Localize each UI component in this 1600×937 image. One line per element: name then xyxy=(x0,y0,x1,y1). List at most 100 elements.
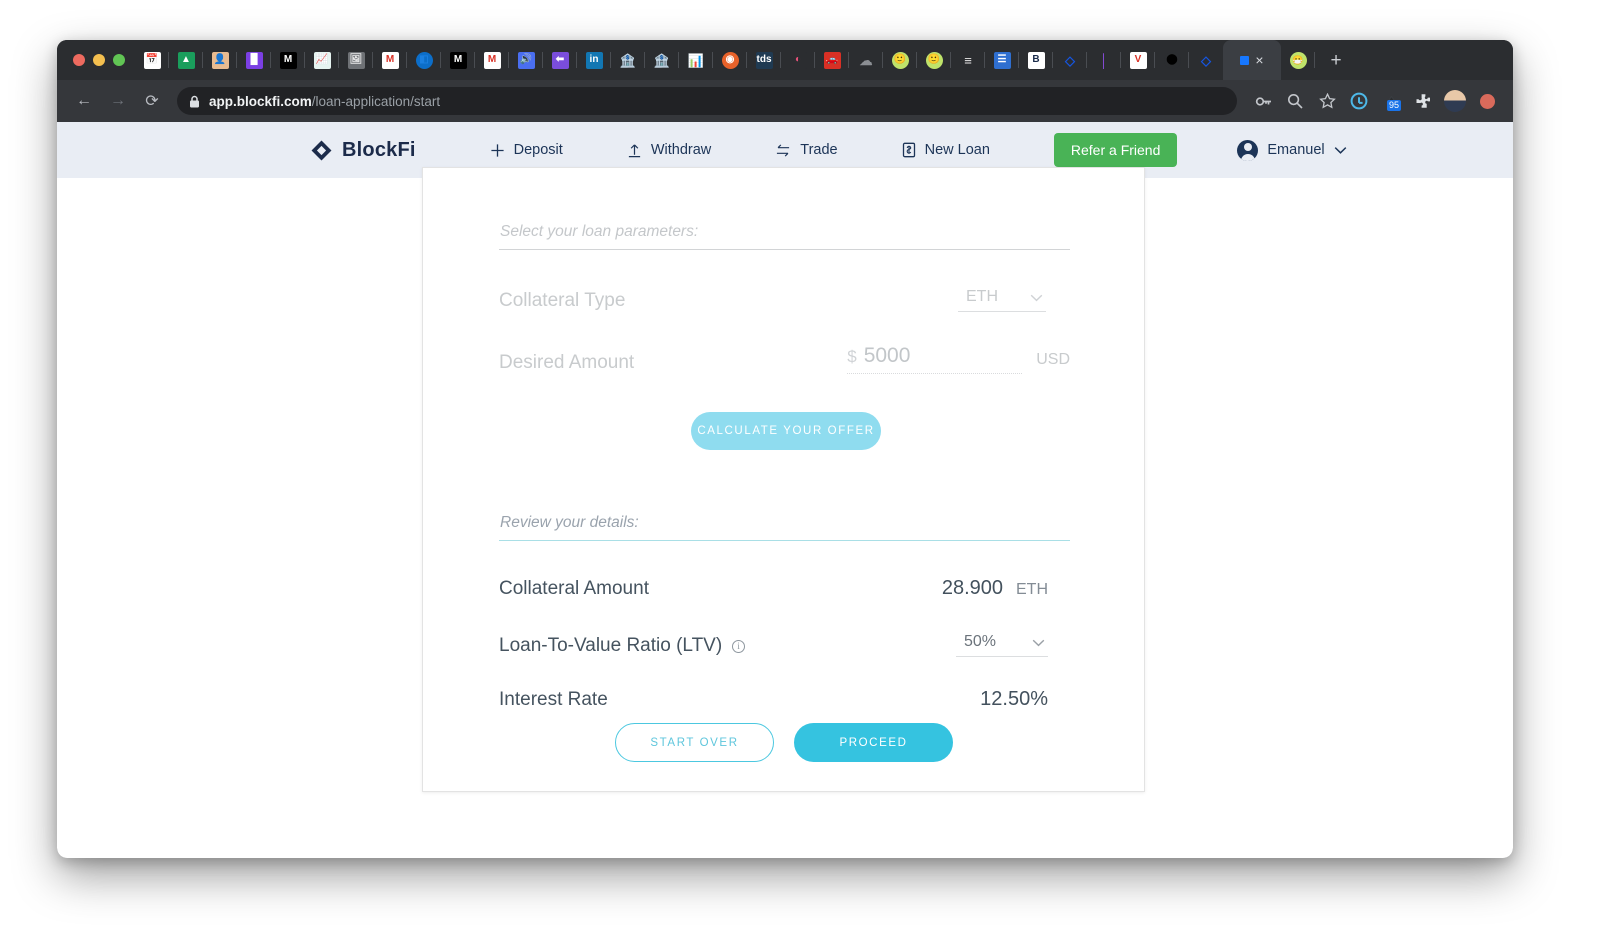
browser-tab-strip: 📅 ▲ 👤 █ M 📈 🖼 M ◧ M M 🔊 ⬅ in 🏦 🏦 📊 ◉ tds ◐ 🚗 ☁ 🙂 🙂 ≡ ☰ B ◇ │ V ⬤ ◇ × 😷 … xyxy=(57,40,1513,80)
pinned-tab-13[interactable]: ⬅ xyxy=(543,43,577,77)
loan-application-card: Select your loan parameters: Collateral … xyxy=(422,167,1145,792)
pinned-tab-31[interactable]: ⬤ xyxy=(1155,43,1189,77)
back-icon[interactable]: ← xyxy=(69,86,99,116)
pinned-tab-29[interactable]: │ xyxy=(1087,43,1121,77)
minimize-window-button[interactable] xyxy=(93,54,105,66)
proceed-button[interactable]: PROCEED xyxy=(794,723,953,762)
ltv-select[interactable]: 50% xyxy=(956,633,1048,657)
pinned-tab-10[interactable]: M xyxy=(441,43,475,77)
pinned-tab-26[interactable]: ☰ xyxy=(985,43,1019,77)
green-face-icon: 🙂 xyxy=(891,51,909,69)
chevron-down-icon xyxy=(1032,636,1045,649)
pinned-tab-30[interactable]: V xyxy=(1121,43,1155,77)
collateral-type-row: Collateral Type ETH xyxy=(499,288,1070,312)
pinned-tab-19[interactable]: tds xyxy=(747,43,781,77)
document-dollar-icon xyxy=(902,142,916,158)
interest-rate-row: Interest Rate 12.50% xyxy=(499,688,1070,711)
ltv-value: 50% xyxy=(964,633,997,650)
pinned-tab-18[interactable]: ◉ xyxy=(713,43,747,77)
maximize-window-button[interactable] xyxy=(113,54,125,66)
extensions-puzzle-icon[interactable] xyxy=(1409,88,1437,114)
refer-a-friend-button[interactable]: Refer a Friend xyxy=(1053,133,1178,167)
password-key-icon[interactable] xyxy=(1249,88,1277,114)
black-dot-icon: ⬤ xyxy=(1163,51,1181,69)
pinned-tab-15[interactable]: 🏦 xyxy=(611,43,645,77)
vimeo-v-icon: V xyxy=(1129,51,1147,69)
pinned-tab-21[interactable]: 🚗 xyxy=(815,43,849,77)
nav-item-deposit[interactable]: Deposit xyxy=(490,142,563,158)
green-face-icon: 🙂 xyxy=(925,51,943,69)
reload-icon[interactable]: ⟳ xyxy=(137,86,167,116)
nav-item-trade[interactable]: Trade xyxy=(775,142,838,158)
interest-rate-value-group: 12.50% xyxy=(980,688,1048,711)
google-drive-icon: ▲ xyxy=(177,51,195,69)
close-window-button[interactable] xyxy=(73,54,85,66)
bookmark-star-icon[interactable] xyxy=(1313,88,1341,114)
pinned-tab-16[interactable]: 🏦 xyxy=(645,43,679,77)
nav-item-label: Withdraw xyxy=(650,142,712,158)
pinned-tab-27[interactable]: B xyxy=(1019,43,1053,77)
green-mask-icon: 😷 xyxy=(1289,51,1307,69)
trailing-tab[interactable]: 😷 xyxy=(1281,43,1315,77)
collateral-amount-label: Collateral Amount xyxy=(499,578,649,599)
url-path: /loan-application/start xyxy=(311,93,441,109)
new-tab-button[interactable]: + xyxy=(1321,45,1351,75)
desired-amount-value: 5000 xyxy=(863,344,911,367)
profile-avatar[interactable] xyxy=(1441,88,1469,114)
pinned-tab-1[interactable]: 📅 xyxy=(135,43,169,77)
pinned-tab-17[interactable]: 📊 xyxy=(679,43,713,77)
brand-logo[interactable]: BlockFi xyxy=(310,139,416,162)
pinned-tab-11[interactable]: M xyxy=(475,43,509,77)
chevron-down-icon xyxy=(1030,291,1043,304)
pinned-tab-4[interactable]: █ xyxy=(237,43,271,77)
upload-arrow-icon xyxy=(627,143,642,158)
pinned-tab-20[interactable]: ◐ xyxy=(781,43,815,77)
user-name: Emanuel xyxy=(1267,142,1325,158)
pinned-tab-12[interactable]: 🔊 xyxy=(509,43,543,77)
loan-parameters-section: Select your loan parameters: Collateral … xyxy=(499,223,1070,374)
collateral-type-label: Collateral Type xyxy=(499,290,626,311)
pinned-tab-32[interactable]: ◇ xyxy=(1189,43,1223,77)
pinned-tab-7[interactable]: 🖼 xyxy=(339,43,373,77)
bar-chart-icon: 📊 xyxy=(687,52,705,68)
pinned-tab-23[interactable]: 🙂 xyxy=(883,43,917,77)
url-text: app.blockfi.com/loan-application/start xyxy=(209,94,440,109)
nav-item-new-loan[interactable]: New Loan xyxy=(902,142,990,158)
pinned-tab-9[interactable]: ◧ xyxy=(407,43,441,77)
pinned-tab-6[interactable]: 📈 xyxy=(305,43,339,77)
active-tab[interactable]: × xyxy=(1223,40,1281,80)
plus-icon xyxy=(490,143,505,158)
start-over-button[interactable]: START OVER xyxy=(615,723,774,762)
address-bar[interactable]: app.blockfi.com/loan-application/start xyxy=(177,87,1237,115)
search-icon[interactable] xyxy=(1281,88,1309,114)
gmail-icon: M xyxy=(381,51,399,69)
ltv-row: Loan-To-Value Ratio (LTV) i 50% xyxy=(499,633,1070,657)
extension-grammarly-icon[interactable] xyxy=(1345,88,1373,114)
exchange-arrows-icon xyxy=(775,143,791,158)
close-icon[interactable]: × xyxy=(1255,53,1263,67)
extension-badge-icon[interactable]: 95 xyxy=(1377,88,1405,114)
calendar-icon: 📅 xyxy=(143,51,161,69)
blockfi-diamond-icon: ◇ xyxy=(1065,52,1075,68)
padlock-icon xyxy=(189,95,200,108)
avatar xyxy=(1237,139,1259,161)
calculate-your-offer-button[interactable]: CALCULATE YOUR OFFER xyxy=(691,412,881,450)
pinned-tab-24[interactable]: 🙂 xyxy=(917,43,951,77)
pinned-tab-22[interactable]: ☁ xyxy=(849,43,883,77)
pinned-tab-14[interactable]: in xyxy=(577,43,611,77)
pinned-tab-2[interactable]: ▲ xyxy=(169,43,203,77)
desired-amount-unit: USD xyxy=(1036,351,1070,368)
desired-amount-input[interactable]: $ 5000 xyxy=(847,344,1023,374)
pinned-tab-25[interactable]: ≡ xyxy=(951,43,985,77)
pinned-tab-5[interactable]: M xyxy=(271,43,305,77)
pinned-tab-28[interactable]: ◇ xyxy=(1053,43,1087,77)
nav-item-label: Deposit xyxy=(513,142,563,158)
info-circle-icon[interactable]: i xyxy=(732,639,746,653)
nav-item-withdraw[interactable]: Withdraw xyxy=(627,142,711,158)
collateral-type-select[interactable]: ETH xyxy=(958,288,1046,312)
user-menu[interactable]: Emanuel xyxy=(1237,139,1346,161)
pinned-tab-8[interactable]: M xyxy=(373,43,407,77)
forward-icon[interactable]: → xyxy=(103,86,133,116)
pinned-tab-3[interactable]: 👤 xyxy=(203,43,237,77)
chrome-menu-icon[interactable] xyxy=(1473,88,1501,114)
